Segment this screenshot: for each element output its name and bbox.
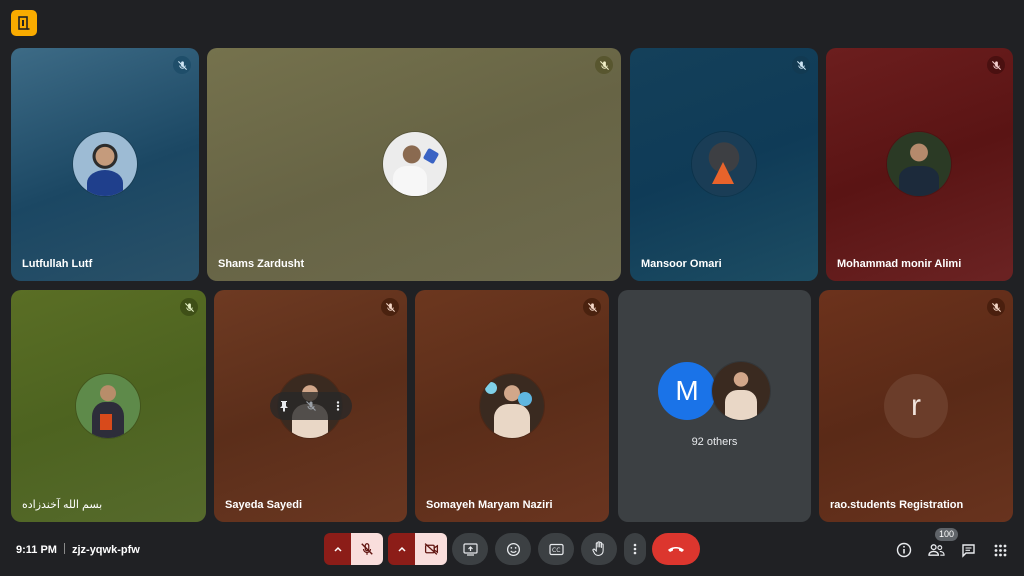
avatar: r [884,374,948,438]
apps-grid-icon [994,544,1006,556]
avatar [383,132,447,196]
mic-off-indicator [583,298,601,316]
others-tile[interactable]: M 92 others [618,290,811,522]
mic-off-icon [361,543,373,555]
avatar: M [658,362,716,420]
participant-name: rao.students Registration [830,499,964,511]
participant-tile[interactable]: Shams Zardusht [207,48,621,281]
meeting-code: zjz-yqwk-pfw [71,544,140,556]
participant-name: Shams Zardusht [218,258,305,270]
mic-off-icon [385,302,395,312]
avatar [480,374,544,438]
mic-off-icon [587,302,597,312]
pin-button[interactable] [273,395,295,417]
participant-tile[interactable]: بسم الله آخندزاده [11,290,206,522]
microphone-toggle-button[interactable] [351,533,383,565]
mic-off-indicator [987,298,1005,316]
chat-button[interactable] [958,540,978,560]
mic-off-indicator [595,56,613,74]
info-icon [896,542,912,558]
avatar [692,132,756,196]
emoji-icon [506,542,520,556]
avatar [76,374,140,438]
participant-tile[interactable]: Sayeda Sayedi [214,290,407,522]
closed-caption-icon: CC [548,543,564,555]
more-vert-icon [633,543,637,555]
participant-name: Mansoor Omari [641,258,722,270]
participant-name: Lutfullah Lutf [22,258,93,270]
chevron-up-icon [398,546,406,552]
avatar [712,362,770,420]
mic-off-indicator [173,56,191,74]
videocam-off-icon [424,543,438,555]
tile-hover-toolbar [270,392,352,420]
chat-icon [961,543,975,558]
others-count: 92 others [691,436,738,448]
more-options-button[interactable] [624,533,646,565]
more-options-button[interactable] [327,395,349,417]
door-exit-icon [18,16,30,30]
meeting-details: 9:11 PM zjz-yqwk-pfw [16,543,140,556]
meet-logo-button[interactable] [11,10,37,36]
mic-off-indicator [381,298,399,316]
meeting-details-button[interactable] [894,540,914,560]
activities-button[interactable] [990,540,1010,560]
mic-off-icon [991,60,1001,70]
present-now-button[interactable] [452,533,488,565]
participant-tile[interactable]: Mohammad monir Alimi [826,48,1013,281]
participant-tile[interactable]: Somayeh Maryam Naziri [415,290,609,522]
raise-hand-button[interactable] [581,533,617,565]
mic-off-icon [796,60,806,70]
participant-name: Mohammad monir Alimi [837,258,962,270]
mic-off-icon [177,60,187,70]
divider [63,543,65,554]
participant-tile[interactable]: r rao.students Registration [819,290,1013,522]
people-button[interactable] [926,540,946,560]
mic-off-indicator [180,298,198,316]
avatar [73,132,137,196]
raise-hand-icon [591,541,604,556]
mute-participant-button[interactable] [300,395,322,417]
clock-time: 9:11 PM [16,544,57,556]
mic-off-indicator [792,56,810,74]
send-reaction-button[interactable] [495,533,531,565]
participant-name: Sayeda Sayedi [225,499,303,511]
present-screen-icon [462,542,478,556]
pin-icon [279,401,288,412]
leave-call-button[interactable] [652,533,700,565]
people-count-badge: 100 [935,528,959,541]
mic-off-icon [991,302,1001,312]
call-end-icon [668,547,684,552]
avatar [887,132,951,196]
mic-off-icon [306,401,316,411]
svg-text:CC: CC [552,547,560,554]
captions-button[interactable]: CC [538,533,574,565]
video-settings-button[interactable] [388,533,416,565]
mic-off-icon [599,60,609,70]
participant-name: بسم الله آخندزاده [22,499,103,511]
chevron-up-icon [334,546,342,552]
participant-tile[interactable]: Mansoor Omari [630,48,818,281]
mic-off-indicator [987,56,1005,74]
more-vert-icon [337,401,340,411]
people-icon [927,544,945,556]
mic-off-icon [184,302,194,312]
participant-name: Somayeh Maryam Naziri [426,499,553,511]
camera-toggle-button[interactable] [415,533,447,565]
audio-settings-button[interactable] [324,533,352,565]
participant-tile[interactable]: Lutfullah Lutf [11,48,199,281]
